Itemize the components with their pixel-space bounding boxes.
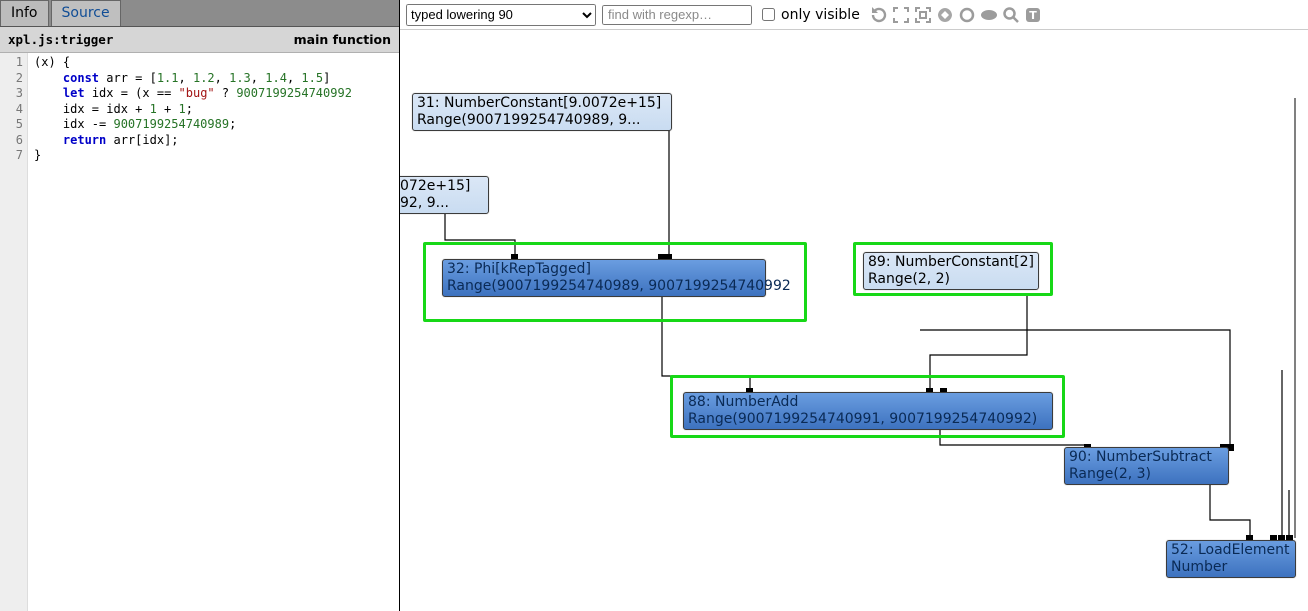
node-89[interactable]: 89: NumberConstant[2] Range(2, 2) xyxy=(863,252,1039,290)
node-32[interactable]: 32: Phi[kRepTagged] Range(90071992547409… xyxy=(442,259,766,297)
line-gutter: 1 2 3 4 5 6 7 xyxy=(0,53,28,611)
fit-all-icon[interactable] xyxy=(890,4,912,26)
only-visible-checkbox[interactable] xyxy=(762,8,775,21)
code-content[interactable]: (x) { const arr = [1.1, 1.2, 1.3, 1.4, 1… xyxy=(28,53,365,611)
graph-canvas[interactable]: 31: NumberConstant[9.0072e+15] Range(900… xyxy=(400,30,1308,611)
values-icon[interactable] xyxy=(934,4,956,26)
node-cutoff[interactable]: 072e+15] 92, 9... xyxy=(400,176,489,214)
code-area: 1 2 3 4 5 6 7 (x) { const arr = [1.1, 1.… xyxy=(0,53,399,611)
node-52[interactable]: 52: LoadElement Number xyxy=(1166,540,1296,578)
tab-source[interactable]: Source xyxy=(51,0,121,26)
search-icon[interactable] xyxy=(1000,4,1022,26)
left-panel: Info Source xpl.js:trigger main function… xyxy=(0,0,400,611)
regexp-search-input[interactable] xyxy=(602,5,752,25)
node-88[interactable]: 88: NumberAdd Range(9007199254740991, 90… xyxy=(683,392,1053,430)
node-31[interactable]: 31: NumberConstant[9.0072e+15] Range(900… xyxy=(412,93,672,131)
text-icon[interactable]: T xyxy=(1022,4,1044,26)
refresh-icon[interactable] xyxy=(868,4,890,26)
function-name: main function xyxy=(294,32,391,47)
file-name: xpl.js:trigger xyxy=(8,32,113,47)
tool-icons: T xyxy=(868,4,1044,26)
node-90[interactable]: 90: NumberSubtract Range(2, 3) xyxy=(1064,447,1229,485)
phase-select[interactable]: typed lowering 90 xyxy=(406,4,596,26)
svg-text:T: T xyxy=(1029,9,1037,22)
types-icon[interactable] xyxy=(978,4,1000,26)
only-visible-label: only visible xyxy=(781,7,860,23)
right-panel: typed lowering 90 only visible xyxy=(400,0,1308,611)
tab-bar: Info Source xyxy=(0,0,399,27)
outputs-icon[interactable] xyxy=(956,4,978,26)
only-visible-toggle[interactable]: only visible xyxy=(758,5,860,24)
file-header: xpl.js:trigger main function xyxy=(0,27,399,53)
tab-info[interactable]: Info xyxy=(0,0,49,26)
graph-toolbar: typed lowering 90 only visible xyxy=(400,0,1308,30)
fit-selection-icon[interactable] xyxy=(912,4,934,26)
